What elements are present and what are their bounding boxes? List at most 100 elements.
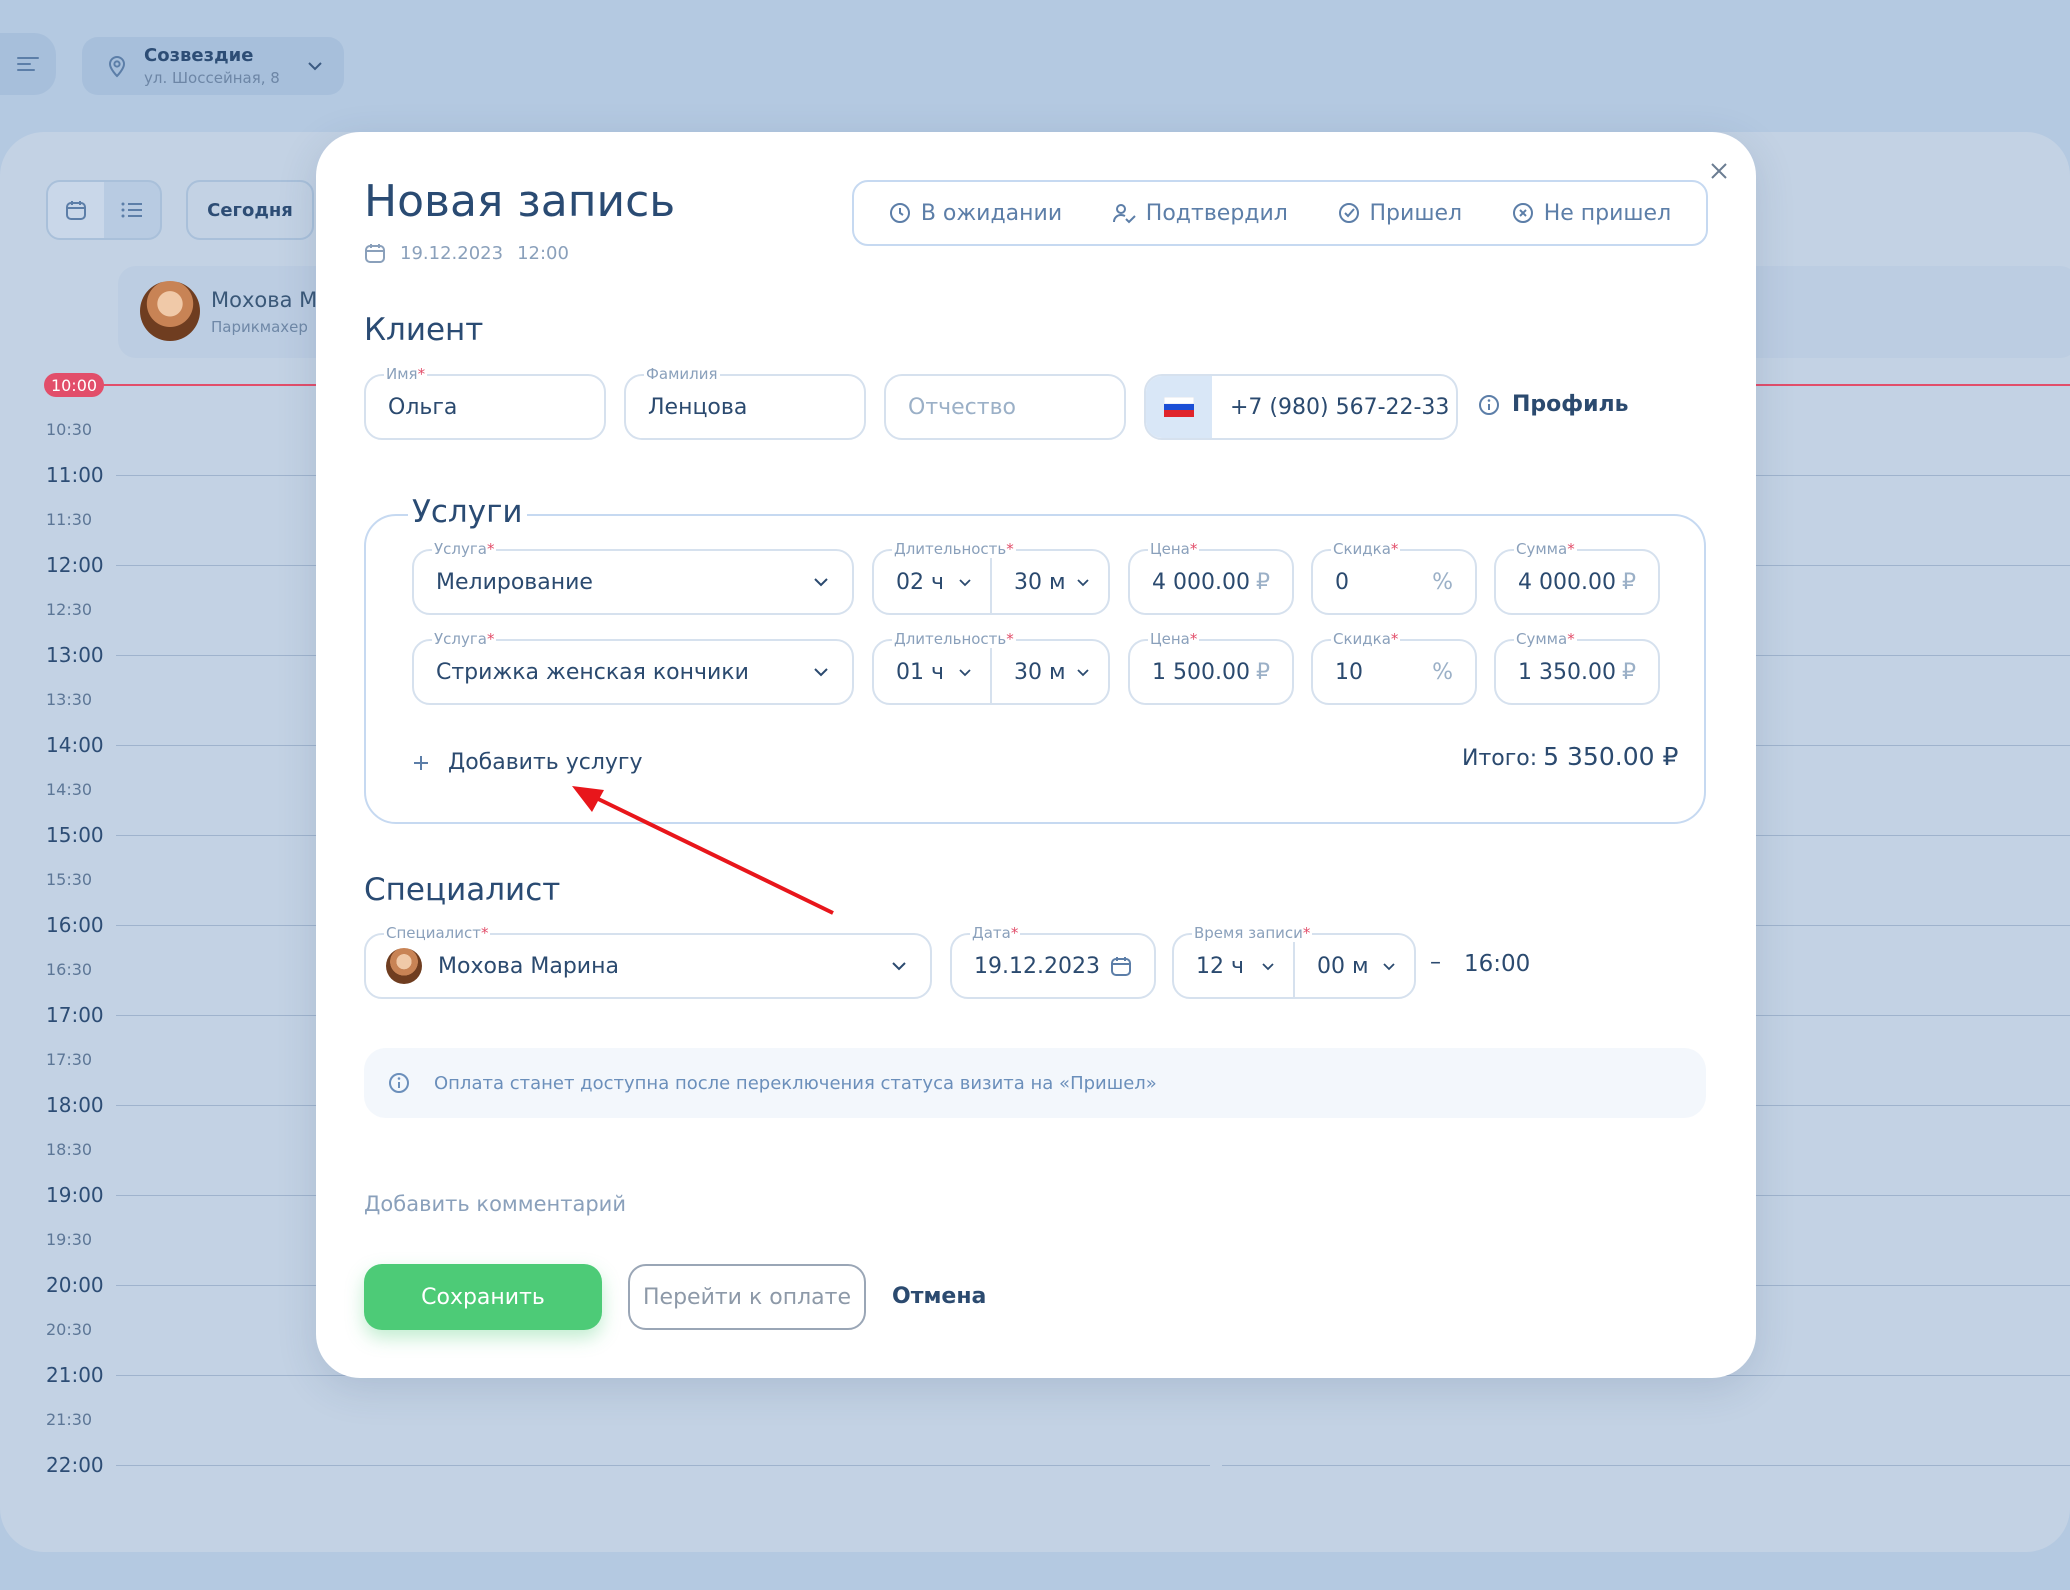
specialist-card-role: Парикмахер — [211, 318, 308, 336]
current-time-badge: 10:00 — [44, 373, 104, 397]
first-name-value: Ольга — [388, 394, 458, 420]
save-button[interactable]: Сохранить — [364, 1264, 602, 1330]
field-label: Услуга* — [432, 630, 497, 648]
phone-field[interactable]: +7 (980) 567-22-33 — [1144, 374, 1458, 440]
time-label: 21:30 — [46, 1410, 93, 1429]
field-label: Скидка* — [1331, 540, 1401, 558]
close-button[interactable] — [1702, 154, 1736, 188]
services-total: Итого: 5 350.00 ₽ — [1462, 742, 1678, 771]
time-label: 17:00 — [46, 1003, 104, 1027]
time-label: 19:00 — [46, 1183, 104, 1207]
specialist-select[interactable]: Мохова Марина — [364, 933, 932, 999]
hour-value: 12 ч — [1196, 953, 1244, 979]
time-label: 18:30 — [46, 1140, 93, 1159]
x-circle-icon — [1512, 203, 1533, 223]
sum-value: 1 350.00 — [1518, 659, 1616, 685]
time-label: 12:00 — [46, 553, 104, 577]
hour-gridline — [116, 1465, 1210, 1466]
time-label: 18:00 — [46, 1093, 104, 1117]
menu-button[interactable] — [0, 33, 56, 95]
time-label: 14:30 — [46, 780, 93, 799]
chevron-down-icon — [959, 669, 971, 677]
minute-value: 00 м — [1317, 953, 1369, 979]
time-label: 13:00 — [46, 643, 104, 667]
duration-minutes-select[interactable]: 30 м — [992, 641, 1108, 703]
start-time-field[interactable]: 12 ч 00 м — [1172, 933, 1416, 999]
time-label: 13:30 — [46, 690, 93, 709]
status-arrived[interactable]: Пришел — [1338, 201, 1462, 226]
hours-value: 02 ч — [896, 569, 944, 595]
duration-minutes-select[interactable]: 30 м — [992, 551, 1108, 613]
today-button[interactable]: Сегодня — [186, 180, 314, 240]
status-label: В ожидании — [920, 200, 1063, 226]
specialist-heading: Специалист — [364, 872, 561, 908]
minutes-value: 30 м — [1014, 659, 1066, 685]
service-select[interactable]: Стрижка женская кончики — [412, 639, 854, 705]
country-selector[interactable] — [1146, 376, 1212, 438]
calendar-icon — [66, 201, 86, 220]
discount-value: 0 — [1335, 569, 1349, 595]
add-service-button[interactable]: Добавить услугу — [412, 750, 643, 775]
list-view-button[interactable] — [104, 182, 160, 238]
middle-name-field[interactable]: Отчество — [884, 374, 1126, 440]
view-toggle[interactable] — [46, 180, 162, 240]
list-icon — [121, 202, 142, 218]
time-label: 20:00 — [46, 1273, 104, 1297]
discount-value: 10 — [1335, 659, 1363, 685]
field-label: Дата* — [970, 924, 1021, 942]
status-selector[interactable]: В ожидании Подтвердил Пришел Не пришел — [852, 180, 1708, 246]
profile-link[interactable]: Профиль — [1478, 392, 1629, 417]
sum-field[interactable]: 1 350.00 ₽ — [1494, 639, 1660, 705]
avatar — [140, 281, 200, 341]
time-label: 11:30 — [46, 510, 93, 529]
field-label: Фамилия — [644, 365, 720, 383]
time-label: 21:00 — [46, 1363, 104, 1387]
duration-hours-select[interactable]: 01 ч — [874, 641, 990, 703]
service-value: Мелирование — [436, 569, 593, 595]
start-hour-select[interactable]: 12 ч — [1174, 935, 1293, 997]
specialist-value: Мохова Марина — [438, 953, 619, 979]
location-address: ул. Шоссейная, 8 — [144, 69, 280, 87]
status-confirmed[interactable]: Подтвердил — [1112, 201, 1288, 226]
chevron-down-icon — [892, 962, 906, 971]
location-selector[interactable]: Созвездие ул. Шоссейная, 8 — [82, 37, 344, 95]
go-to-payment-button[interactable]: Перейти к оплате — [628, 1264, 866, 1330]
location-pin-icon — [108, 56, 126, 78]
time-label: 12:30 — [46, 600, 93, 619]
info-icon — [389, 1073, 409, 1093]
time-dash: – — [1430, 950, 1441, 975]
field-label: Сумма* — [1514, 630, 1577, 648]
sum-field[interactable]: 4 000.00 ₽ — [1494, 549, 1660, 615]
date-field[interactable]: 19.12.2023 — [950, 933, 1156, 999]
price-field[interactable]: 4 000.00 ₽ — [1128, 549, 1294, 615]
discount-field[interactable]: 0 % — [1311, 549, 1477, 615]
calendar-view-button[interactable] — [48, 182, 104, 238]
status-waiting[interactable]: В ожидании — [889, 201, 1062, 226]
specialist-card-name: Мохова М — [211, 288, 318, 312]
end-time: 16:00 — [1464, 951, 1531, 977]
service-select[interactable]: Мелирование — [412, 549, 854, 615]
cancel-button[interactable]: Отмена — [892, 1284, 986, 1309]
duration-field[interactable]: 02 ч 30 м — [872, 549, 1110, 615]
plus-icon — [414, 755, 428, 770]
modal-title: Новая запись — [364, 176, 676, 227]
clock-icon — [889, 203, 910, 223]
price-field[interactable]: 1 500.00 ₽ — [1128, 639, 1294, 705]
start-minute-select[interactable]: 00 м — [1295, 935, 1414, 997]
percent-suffix: % — [1432, 569, 1453, 595]
first-name-field[interactable]: Ольга — [364, 374, 606, 440]
add-comment-link[interactable]: Добавить комментарий — [364, 1192, 626, 1216]
duration-hours-select[interactable]: 02 ч — [874, 551, 990, 613]
total-label: Итого: — [1462, 746, 1538, 771]
status-no-show[interactable]: Не пришел — [1512, 201, 1671, 226]
chevron-down-icon — [814, 578, 828, 587]
discount-field[interactable]: 10 % — [1311, 639, 1477, 705]
currency-suffix: ₽ — [1622, 659, 1636, 685]
appointment-datetime: 19.12.2023 12:00 — [364, 242, 569, 264]
last-name-field[interactable]: Ленцова — [624, 374, 866, 440]
location-name: Созвездие — [144, 45, 254, 66]
field-label: Длительность* — [892, 540, 1016, 558]
time-label: 15:00 — [46, 823, 104, 847]
chevron-down-icon — [959, 579, 971, 587]
duration-field[interactable]: 01 ч 30 м — [872, 639, 1110, 705]
